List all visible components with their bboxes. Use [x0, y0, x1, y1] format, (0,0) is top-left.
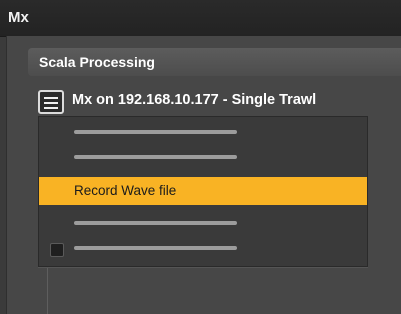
device-title: Mx on 192.168.10.177 - Single Trawl — [72, 92, 317, 108]
section-title: Scala Processing — [39, 54, 155, 70]
menu-bar-middle — [44, 102, 58, 104]
menu-bar-top — [44, 97, 58, 99]
app-window: Mx Scala Processing Mx on 192.168.10.177… — [0, 0, 401, 314]
window-titlebar: Mx — [0, 0, 401, 37]
menu-bar-bottom — [44, 107, 58, 109]
dropdown-item-4[interactable] — [74, 221, 237, 225]
dropdown-item-record-wave[interactable]: Record Wave file — [39, 177, 367, 205]
window-title: Mx — [8, 9, 29, 26]
hamburger-menu-icon[interactable] — [38, 90, 64, 114]
dropdown-item-label: Record Wave file — [74, 183, 177, 198]
dropdown-item-1[interactable] — [74, 130, 237, 134]
dropdown-menu: Record Wave file — [38, 116, 368, 267]
checkbox-icon[interactable] — [50, 243, 64, 257]
dropdown-item-2[interactable] — [74, 155, 237, 159]
dropdown-item-5[interactable] — [74, 246, 237, 250]
